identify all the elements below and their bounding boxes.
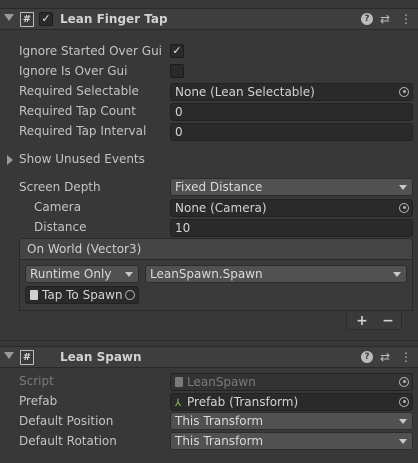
remove-listener-button[interactable]: − bbox=[380, 313, 396, 329]
prefab-value: Prefab (Transform) bbox=[187, 395, 299, 409]
chevron-down-icon bbox=[399, 419, 407, 424]
chevron-down-icon bbox=[399, 439, 407, 444]
ignore-started-over-gui-label: Ignore Started Over Gui bbox=[19, 44, 163, 58]
ignore-is-over-gui-label: Ignore Is Over Gui bbox=[19, 64, 128, 78]
object-picker-icon[interactable] bbox=[125, 290, 135, 300]
default-rotation-dropdown[interactable]: This Transform bbox=[170, 432, 413, 450]
on-world-event-header: On World (Vector3) bbox=[19, 238, 413, 260]
required-tap-interval-label: Required Tap Interval bbox=[19, 124, 147, 138]
object-picker-icon[interactable] bbox=[403, 400, 406, 403]
default-position-value: This Transform bbox=[175, 414, 264, 428]
script-icon: # bbox=[20, 350, 34, 365]
required-tap-count-input[interactable]: 0 bbox=[170, 103, 413, 121]
help-icon[interactable]: ? bbox=[361, 13, 373, 25]
document-icon bbox=[175, 377, 183, 387]
object-picker-icon[interactable] bbox=[403, 90, 406, 93]
runtime-mode-dropdown[interactable]: Runtime Only bbox=[25, 265, 139, 283]
event-target-field[interactable]: Tap To Spawn bbox=[25, 286, 139, 304]
script-value: LeanSpawn bbox=[187, 375, 256, 389]
camera-value: None (Camera) bbox=[175, 201, 267, 215]
function-value: LeanSpawn.Spawn bbox=[150, 267, 263, 281]
component-title: Lean Spawn bbox=[60, 350, 142, 364]
required-selectable-label: Required Selectable bbox=[19, 84, 139, 98]
default-position-dropdown[interactable]: This Transform bbox=[170, 412, 413, 430]
function-dropdown[interactable]: LeanSpawn.Spawn bbox=[145, 265, 407, 283]
component-title: Lean Finger Tap bbox=[60, 12, 168, 26]
foldout-arrow-icon[interactable] bbox=[4, 352, 14, 359]
component-enabled-checkbox[interactable]: ✓ bbox=[39, 12, 53, 26]
required-selectable-value: None (Lean Selectable) bbox=[175, 85, 315, 99]
script-icon: # bbox=[20, 12, 34, 27]
distance-label: Distance bbox=[34, 220, 87, 234]
ignore-started-over-gui-checkbox[interactable]: ✓ bbox=[170, 44, 184, 58]
lean-spawn-header[interactable]: # Lean Spawn ? ⇄ ⋮ bbox=[0, 346, 418, 368]
event-target-value: Tap To Spawn bbox=[42, 288, 123, 302]
add-listener-button[interactable]: + bbox=[354, 313, 370, 329]
more-icon[interactable]: ⋮ bbox=[398, 11, 414, 27]
chevron-down-icon bbox=[393, 272, 401, 277]
required-selectable-field[interactable]: None (Lean Selectable) bbox=[170, 83, 413, 101]
script-label: Script bbox=[19, 374, 54, 388]
prefab-label: Prefab bbox=[19, 394, 58, 408]
transform-icon: ⅄ bbox=[175, 398, 182, 409]
distance-input[interactable]: 10 bbox=[170, 219, 413, 237]
script-field: LeanSpawn bbox=[170, 373, 413, 391]
chevron-down-icon bbox=[125, 272, 133, 277]
camera-field[interactable]: None (Camera) bbox=[170, 199, 413, 217]
component-divider bbox=[0, 340, 418, 341]
required-tap-interval-input[interactable]: 0 bbox=[170, 123, 413, 141]
screen-depth-value: Fixed Distance bbox=[175, 180, 263, 194]
ignore-is-over-gui-checkbox[interactable] bbox=[170, 64, 184, 78]
camera-label: Camera bbox=[34, 200, 82, 214]
screen-depth-label: Screen Depth bbox=[19, 180, 101, 194]
object-picker-icon[interactable] bbox=[403, 206, 406, 209]
document-icon bbox=[30, 290, 38, 300]
more-icon[interactable]: ⋮ bbox=[398, 349, 414, 365]
chevron-down-icon bbox=[399, 185, 407, 190]
foldout-arrow-icon[interactable] bbox=[4, 14, 14, 21]
prefab-field[interactable]: ⅄ Prefab (Transform) bbox=[170, 393, 413, 411]
object-picker-icon bbox=[403, 380, 406, 383]
runtime-mode-value: Runtime Only bbox=[30, 267, 112, 281]
default-rotation-label: Default Rotation bbox=[19, 434, 117, 448]
default-position-label: Default Position bbox=[19, 414, 114, 428]
show-unused-events-foldout[interactable]: Show Unused Events bbox=[19, 152, 145, 166]
settings-icon[interactable]: ⇄ bbox=[377, 349, 393, 365]
lean-finger-tap-header[interactable]: # ✓ Lean Finger Tap ? ⇄ ⋮ bbox=[0, 8, 418, 30]
help-icon[interactable]: ? bbox=[361, 351, 373, 363]
show-unused-events-arrow-icon[interactable] bbox=[7, 155, 13, 165]
required-tap-count-label: Required Tap Count bbox=[19, 104, 136, 118]
settings-icon[interactable]: ⇄ bbox=[377, 11, 393, 27]
screen-depth-dropdown[interactable]: Fixed Distance bbox=[170, 178, 413, 196]
default-rotation-value: This Transform bbox=[175, 434, 264, 448]
